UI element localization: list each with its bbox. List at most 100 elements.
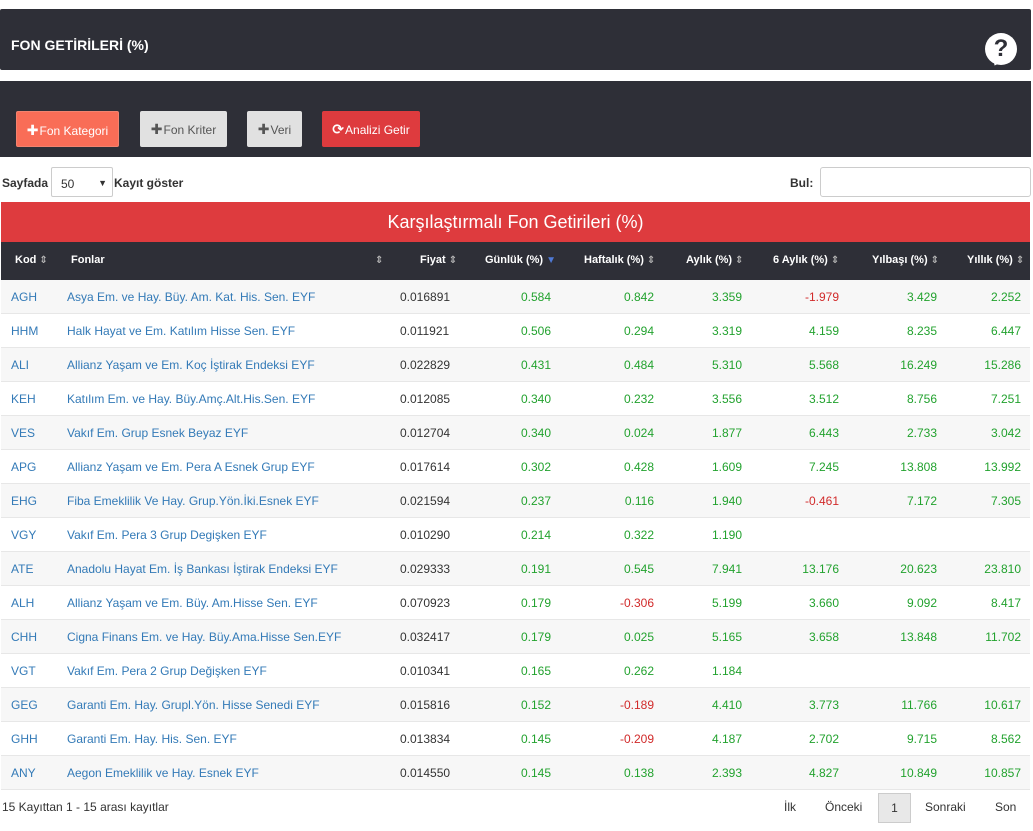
cell-kod[interactable]: ALH: [11, 596, 34, 610]
cell-gunluk: 0.145: [520, 732, 551, 746]
pager-prev-link[interactable]: Önceki: [825, 800, 862, 814]
pager-next-link[interactable]: Sonraki: [925, 800, 966, 814]
sort-icon: ⇕: [448, 255, 458, 266]
cell-gunluk: 0.191: [520, 562, 551, 576]
cell-fiyat: 0.012085: [400, 392, 451, 406]
cell-aylik: 7.941: [711, 562, 742, 576]
cell-fon-name[interactable]: Asya Em. ve Hay. Büy. Am. Kat. His. Sen.…: [67, 290, 315, 304]
cell-kod[interactable]: ALI: [11, 358, 29, 372]
cell-haftalik: 0.262: [623, 664, 654, 678]
cell-kod[interactable]: GEG: [11, 698, 38, 712]
column-header-yilbasi[interactable]: Yılbaşı (%) ⇕: [872, 254, 939, 266]
pager-current-page[interactable]: 1: [878, 793, 911, 823]
fon-kategori-button[interactable]: ✚Fon Kategori: [16, 111, 119, 147]
sort-icon: ⇕: [735, 255, 744, 266]
cell-6-aylik: -0.461: [804, 494, 839, 508]
fon-kriter-button[interactable]: ✚Fon Kriter: [140, 111, 227, 147]
cell-haftalik: 0.428: [623, 460, 654, 474]
analizi-getir-button[interactable]: ⟳Analizi Getir: [322, 111, 420, 147]
cell-aylik: 3.319: [711, 324, 742, 338]
cell-kod[interactable]: AGH: [11, 290, 37, 304]
cell-aylik: 2.393: [711, 766, 742, 780]
column-label: Yıllık (%): [967, 254, 1013, 266]
cell-yillik: 8.562: [990, 732, 1021, 746]
cell-yillik: 7.251: [990, 392, 1021, 406]
cell-fon-name[interactable]: Garanti Em. Hay. His. Sen. EYF: [67, 732, 237, 746]
search-label: Bul:: [790, 176, 814, 190]
column-header-yillik[interactable]: Yıllık (%) ⇕: [967, 254, 1024, 266]
column-header-haftalik[interactable]: Haftalık (%) ⇕: [584, 254, 655, 266]
cell-fon-name[interactable]: Allianz Yaşam ve Em. Pera A Esnek Grup E…: [67, 460, 315, 474]
cell-aylik: 5.165: [711, 630, 742, 644]
sort-icon: ⇕: [1015, 255, 1025, 266]
plus-icon: ✚: [150, 121, 163, 137]
cell-kod[interactable]: VGT: [11, 664, 36, 678]
cell-yilbasi: 11.766: [901, 698, 937, 712]
cell-kod[interactable]: VGY: [11, 528, 36, 542]
sort-icon: ⇕: [375, 255, 384, 266]
cell-fiyat: 0.012704: [400, 426, 451, 440]
cell-haftalik: 0.545: [623, 562, 654, 576]
cell-6-aylik: 2.702: [808, 732, 839, 746]
page-length-value: 50: [61, 177, 75, 191]
cell-kod[interactable]: EHG: [11, 494, 37, 508]
cell-kod[interactable]: GHH: [11, 732, 38, 746]
cell-fon-name[interactable]: Allianz Yaşam ve Em. Büy. Am.Hisse Sen. …: [67, 596, 318, 610]
column-label: 6 Aylık (%): [773, 254, 828, 266]
veri-button[interactable]: ✚Veri: [247, 111, 302, 147]
page-length-prefix: Sayfada: [2, 176, 49, 190]
column-header-aylik[interactable]: Aylık (%) ⇕: [686, 254, 743, 266]
column-header-fonlar[interactable]: Fonlar: [71, 254, 105, 266]
table-row: VGT Vakıf Em. Pera 2 Grup Değişken EYF 0.0…: [1, 654, 1030, 688]
cell-fon-name[interactable]: Garanti Em. Hay. Grupl.Yön. Hisse Senedi…: [67, 698, 320, 712]
column-header-6-aylik[interactable]: 6 Aylık (%) ⇕: [773, 254, 839, 266]
cell-fon-name[interactable]: Aegon Emeklilik ve Hay. Esnek EYF: [67, 766, 259, 780]
cell-yillik: 7.305: [990, 494, 1021, 508]
cell-gunluk: 0.165: [520, 664, 551, 678]
cell-fiyat: 0.011921: [400, 324, 450, 338]
column-header-fiyat[interactable]: Fiyat ⇕: [420, 254, 457, 266]
cell-kod[interactable]: HHM: [11, 324, 38, 338]
cell-yillik: 2.252: [990, 290, 1021, 304]
analizi-getir-label: Analizi Getir: [345, 123, 410, 137]
cell-fon-name[interactable]: Cigna Finans Em. ve Hay. Büy.Ama.Hisse S…: [67, 630, 341, 644]
cell-kod[interactable]: CHH: [11, 630, 37, 644]
search-input[interactable]: [820, 167, 1031, 197]
cell-yillik: 8.417: [990, 596, 1021, 610]
cell-fiyat: 0.021594: [400, 494, 451, 508]
cell-gunluk: 0.237: [520, 494, 551, 508]
help-icon[interactable]: ?: [985, 33, 1017, 65]
cell-fiyat: 0.015816: [400, 698, 451, 712]
table-row: ALH Allianz Yaşam ve Em. Büy. Am.Hisse Se…: [1, 586, 1030, 620]
cell-fon-name[interactable]: Vakıf Em. Pera 3 Grup Degişken EYF: [67, 528, 267, 542]
cell-fon-name[interactable]: Anadolu Hayat Em. İş Bankası İştirak End…: [67, 562, 338, 576]
cell-kod[interactable]: ATE: [11, 562, 33, 576]
cell-kod[interactable]: KEH: [11, 392, 36, 406]
caret-down-icon: ▼: [98, 178, 107, 188]
cell-fon-name[interactable]: Vakıf Em. Pera 2 Grup Değişken EYF: [67, 664, 267, 678]
cell-aylik: 5.199: [711, 596, 742, 610]
cell-fon-name[interactable]: Fiba Emeklilik Ve Hay. Grup.Yön.İki.Esne…: [67, 494, 319, 508]
cell-yilbasi: 13.848: [900, 630, 937, 644]
cell-kod[interactable]: ANY: [11, 766, 36, 780]
column-header-gunluk[interactable]: Günlük (%) ▼: [485, 254, 556, 266]
cell-gunluk: 0.152: [520, 698, 551, 712]
cell-fon-name[interactable]: Vakıf Em. Grup Esnek Beyaz EYF: [67, 426, 248, 440]
cell-kod[interactable]: VES: [11, 426, 35, 440]
cell-haftalik: -0.209: [619, 732, 654, 746]
cell-fiyat: 0.014550: [400, 766, 451, 780]
pager-first-link[interactable]: İlk: [784, 800, 796, 814]
cell-yilbasi: 16.249: [900, 358, 937, 372]
cell-fon-name[interactable]: Katılım Em. ve Hay. Büy.Amç.Alt.His.Sen.…: [67, 392, 315, 406]
cell-gunluk: 0.302: [520, 460, 551, 474]
cell-fon-name[interactable]: Halk Hayat ve Em. Katılım Hisse Sen. EYF: [67, 324, 295, 338]
cell-fon-name[interactable]: Allianz Yaşam ve Em. Koç İştirak Endeksi…: [67, 358, 315, 372]
column-header-fonlar-sort[interactable]: ⇕: [372, 254, 383, 266]
cell-yilbasi: 10.849: [900, 766, 937, 780]
cell-haftalik: 0.024: [623, 426, 654, 440]
page-length-select[interactable]: 50 ▼: [51, 167, 113, 197]
column-header-kod[interactable]: Kod ⇕: [15, 254, 48, 266]
pager-last-link[interactable]: Son: [995, 800, 1016, 814]
cell-haftalik: 0.232: [623, 392, 654, 406]
cell-kod[interactable]: APG: [11, 460, 36, 474]
